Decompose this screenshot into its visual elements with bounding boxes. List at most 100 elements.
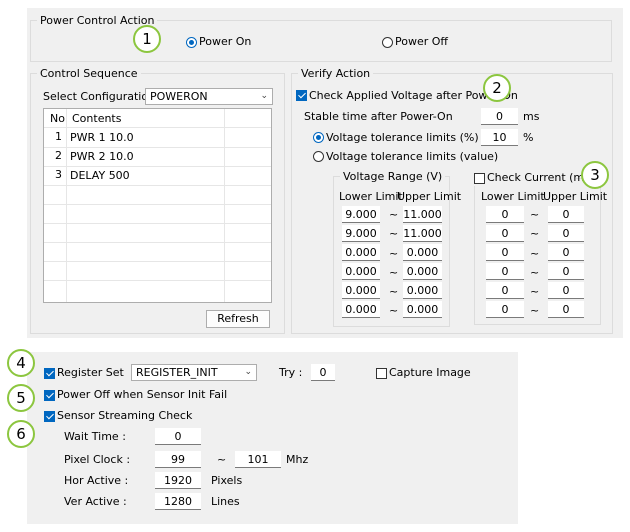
voltage-upper-3[interactable]: 0.000 bbox=[403, 244, 442, 261]
register-set-value: REGISTER_INIT bbox=[136, 366, 218, 379]
callout-5: 5 bbox=[7, 384, 35, 412]
configuration-value: POWERON bbox=[150, 90, 208, 103]
tolerance-percent-radio[interactable] bbox=[313, 132, 324, 143]
check-current-label[interactable]: Check Current (mA) bbox=[487, 171, 596, 185]
current-upper-4[interactable]: 0 bbox=[548, 263, 584, 280]
sequence-list[interactable]: No Contents 1 PWR 1 10.0 2 PWR 2 10.0 3 … bbox=[43, 108, 272, 303]
hor-active-unit: Pixels bbox=[211, 474, 243, 487]
voltage-range-title: Voltage Range (V) bbox=[343, 170, 443, 183]
current-lower-6[interactable]: 0 bbox=[486, 301, 524, 318]
current-lower-header: Lower Limit bbox=[481, 190, 545, 203]
check-voltage-checkbox[interactable] bbox=[296, 90, 307, 101]
current-lower-1[interactable]: 0 bbox=[486, 206, 524, 223]
current-lower-4[interactable]: 0 bbox=[486, 263, 524, 280]
voltage-lower-4[interactable]: 0.000 bbox=[342, 263, 380, 280]
tolerance-percent-input[interactable]: 10 bbox=[481, 129, 518, 146]
callout-1: 1 bbox=[133, 25, 161, 53]
range-tilde: ~ bbox=[389, 208, 399, 221]
row-3-no[interactable]: 3 bbox=[55, 168, 62, 182]
current-upper-2[interactable]: 0 bbox=[548, 225, 584, 242]
wait-time-input[interactable]: 0 bbox=[155, 428, 201, 445]
row-1-no[interactable]: 1 bbox=[55, 130, 62, 144]
hor-active-label: Hor Active : bbox=[64, 474, 129, 487]
power-control-title: Power Control Action bbox=[40, 14, 155, 27]
current-lower-2[interactable]: 0 bbox=[486, 225, 524, 242]
refresh-button[interactable]: Refresh bbox=[206, 310, 270, 328]
chevron-down-icon: ⌄ bbox=[244, 367, 252, 377]
streaming-check-label[interactable]: Sensor Streaming Check bbox=[57, 409, 192, 423]
current-upper-header: Upper Limit bbox=[543, 190, 608, 203]
power-off-fail-label[interactable]: Power Off when Sensor Init Fail bbox=[57, 388, 227, 402]
row-2-contents[interactable]: PWR 2 10.0 bbox=[70, 150, 134, 164]
current-upper-5[interactable]: 0 bbox=[548, 282, 584, 299]
range-tilde: ~ bbox=[530, 227, 540, 240]
streaming-check-checkbox[interactable] bbox=[44, 411, 55, 422]
verify-action-title: Verify Action bbox=[301, 67, 371, 80]
range-tilde: ~ bbox=[530, 247, 540, 260]
callout-6: 6 bbox=[7, 420, 35, 448]
ver-active-unit: Lines bbox=[211, 495, 240, 508]
header-contents[interactable]: Contents bbox=[72, 112, 121, 126]
range-tilde: ~ bbox=[389, 266, 399, 279]
range-tilde: ~ bbox=[389, 247, 399, 260]
tolerance-value-label[interactable]: Voltage tolerance limits (value) bbox=[326, 150, 498, 164]
current-upper-3[interactable]: 0 bbox=[548, 244, 584, 261]
range-tilde: ~ bbox=[389, 227, 399, 240]
current-lower-3[interactable]: 0 bbox=[486, 244, 524, 261]
power-control-group: Power Control Action bbox=[30, 14, 612, 62]
tolerance-percent-label[interactable]: Voltage tolerance limits (%) bbox=[326, 131, 479, 145]
try-input[interactable]: 0 bbox=[311, 364, 335, 381]
register-set-label[interactable]: Register Set bbox=[57, 366, 124, 380]
callout-4: 4 bbox=[7, 349, 35, 377]
configuration-select[interactable]: POWERON ⌄ bbox=[145, 88, 273, 105]
pixel-clock-unit: Mhz bbox=[286, 453, 309, 466]
header-no[interactable]: No bbox=[50, 112, 65, 126]
current-upper-1[interactable]: 0 bbox=[548, 206, 584, 223]
ver-active-label: Ver Active : bbox=[64, 495, 127, 508]
tolerance-value-radio[interactable] bbox=[313, 151, 324, 162]
power-off-label[interactable]: Power Off bbox=[395, 35, 448, 49]
voltage-lower-3[interactable]: 0.000 bbox=[342, 244, 380, 261]
pixel-clock-max-input[interactable]: 101 bbox=[235, 451, 281, 468]
power-off-radio[interactable] bbox=[382, 37, 393, 48]
check-current-checkbox[interactable] bbox=[474, 173, 485, 184]
range-tilde: ~ bbox=[389, 304, 399, 317]
hor-active-input[interactable]: 1920 bbox=[155, 472, 201, 489]
stable-time-input[interactable]: 0 bbox=[481, 108, 518, 125]
row-1-contents[interactable]: PWR 1 10.0 bbox=[70, 131, 134, 145]
register-set-checkbox[interactable] bbox=[44, 368, 55, 379]
current-lower-5[interactable]: 0 bbox=[486, 282, 524, 299]
range-tilde: ~ bbox=[530, 285, 540, 298]
callout-2: 2 bbox=[483, 74, 511, 102]
current-upper-6[interactable]: 0 bbox=[548, 301, 584, 318]
stable-time-unit: ms bbox=[523, 110, 540, 123]
range-tilde: ~ bbox=[530, 304, 540, 317]
pixel-clock-min-input[interactable]: 99 bbox=[155, 451, 201, 468]
capture-image-label[interactable]: Capture Image bbox=[389, 366, 471, 380]
voltage-lower-6[interactable]: 0.000 bbox=[342, 301, 380, 318]
voltage-lower-2[interactable]: 9.000 bbox=[342, 225, 380, 242]
ver-active-input[interactable]: 1280 bbox=[155, 493, 201, 510]
tolerance-percent-unit: % bbox=[523, 131, 534, 144]
voltage-upper-1[interactable]: 11.000 bbox=[403, 206, 442, 223]
capture-image-checkbox[interactable] bbox=[376, 368, 387, 379]
range-tilde: ~ bbox=[217, 453, 227, 466]
voltage-lower-1[interactable]: 9.000 bbox=[342, 206, 380, 223]
voltage-upper-6[interactable]: 0.000 bbox=[403, 301, 442, 318]
chevron-down-icon: ⌄ bbox=[260, 91, 268, 101]
range-tilde: ~ bbox=[530, 208, 540, 221]
voltage-upper-4[interactable]: 0.000 bbox=[403, 263, 442, 280]
voltage-upper-header: Upper Limit bbox=[397, 190, 462, 203]
power-on-radio[interactable] bbox=[186, 37, 197, 48]
row-2-no[interactable]: 2 bbox=[55, 149, 62, 163]
voltage-lower-5[interactable]: 0.000 bbox=[342, 282, 380, 299]
register-set-select[interactable]: REGISTER_INIT ⌄ bbox=[131, 364, 257, 381]
voltage-upper-5[interactable]: 0.000 bbox=[403, 282, 442, 299]
power-off-fail-checkbox[interactable] bbox=[44, 390, 55, 401]
range-tilde: ~ bbox=[389, 285, 399, 298]
stable-time-label: Stable time after Power-On bbox=[304, 110, 453, 123]
row-3-contents[interactable]: DELAY 500 bbox=[70, 169, 130, 183]
power-on-label[interactable]: Power On bbox=[199, 35, 251, 49]
voltage-upper-2[interactable]: 11.000 bbox=[403, 225, 442, 242]
wait-time-label: Wait Time : bbox=[64, 430, 126, 443]
